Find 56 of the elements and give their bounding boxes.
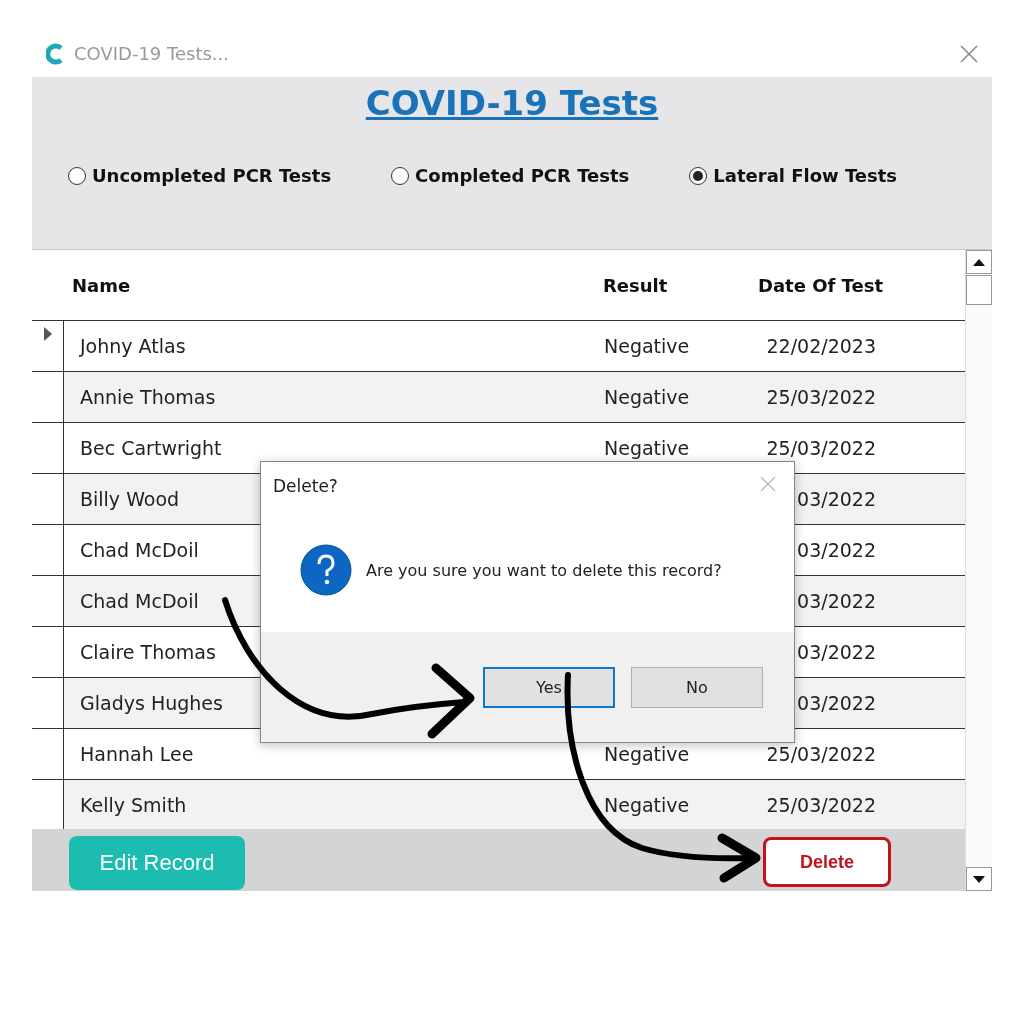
table-cell-text: 25/03/2022 [765,386,876,408]
caret-up-icon [973,258,985,266]
table-cell-text: 03/2022 [796,488,876,510]
scroll-up-button[interactable] [966,250,992,274]
dialog-message: Are you sure you want to delete this record? [366,560,722,580]
dialog-title: Delete? [273,476,338,498]
page-heading: COVID-19 Tests [365,83,659,123]
row-header[interactable] [32,678,64,728]
table-cell-text: Chad McDoil [79,539,200,561]
dialog-button[interactable]: Yes [483,666,615,708]
table-cell-text: Claire Thomas [79,641,217,663]
close-icon[interactable] [960,44,978,63]
scroll-down-button[interactable] [966,867,992,891]
scroll-thumb[interactable] [966,275,992,305]
table-cell-text: Bec Cartwright [79,437,223,459]
row-header[interactable] [32,576,64,626]
filter-radio[interactable]: Lateral Flow Tests [689,165,898,186]
table-cell-text: Hannah Lee [79,743,195,765]
row-header[interactable] [32,474,64,524]
table-cell-text: 03/2022 [796,641,876,663]
table-cell-text: 22/02/2023 [765,335,876,357]
table-cell-text: 25/03/2022 [765,437,876,459]
window-title: COVID-19 Tests... [74,43,230,64]
table-cell-text: Gladys Hughes [79,692,224,714]
table-cell-text: Negative [604,743,691,765]
filter-radio[interactable]: Uncompleted PCR Tests [68,165,332,186]
delete-button[interactable]: Delete [763,837,892,887]
table-cell-text: 03/2022 [796,692,876,714]
table-cell-text: Billy Wood [79,488,181,510]
app-logo-icon [46,42,64,65]
table-cell-text: 03/2022 [796,539,876,561]
current-row-icon [43,327,52,341]
table-cell-text: Kelly Smith [79,794,188,816]
table-cell-text: Annie Thomas [79,386,217,408]
column-header: Result [603,274,669,296]
table-cell-text: 25/03/2022 [765,743,876,765]
table-row[interactable]: Kelly Smith Negative 25/03/2022 [32,780,966,829]
table-cell-text: Negative [604,386,691,408]
table-cell-text: Chad McDoil [79,590,200,612]
row-header[interactable] [32,372,64,422]
dialog-button[interactable]: No [631,666,763,708]
scrollbar[interactable] [965,250,992,891]
filter-radio[interactable]: Completed PCR Tests [391,165,630,186]
table-cell-text: 03/2022 [796,590,876,612]
table-cell-text: Negative [604,437,691,459]
table-row[interactable]: Annie Thomas Negative 25/03/2022 [32,372,966,423]
column-header: Name [72,274,132,296]
table-cell-text: Johny Atlas [78,335,187,357]
caret-down-icon [973,875,985,883]
table-cell-text: 25/03/2022 [765,794,876,816]
column-header: Date Of Test [758,274,884,296]
question-icon [300,544,352,596]
table-cell-text: Negative [604,335,691,357]
table-row[interactable]: Johny Atlas Negative 22/02/2023 [32,321,966,372]
table-cell-text: Negative [604,794,691,816]
row-header[interactable] [32,780,64,829]
